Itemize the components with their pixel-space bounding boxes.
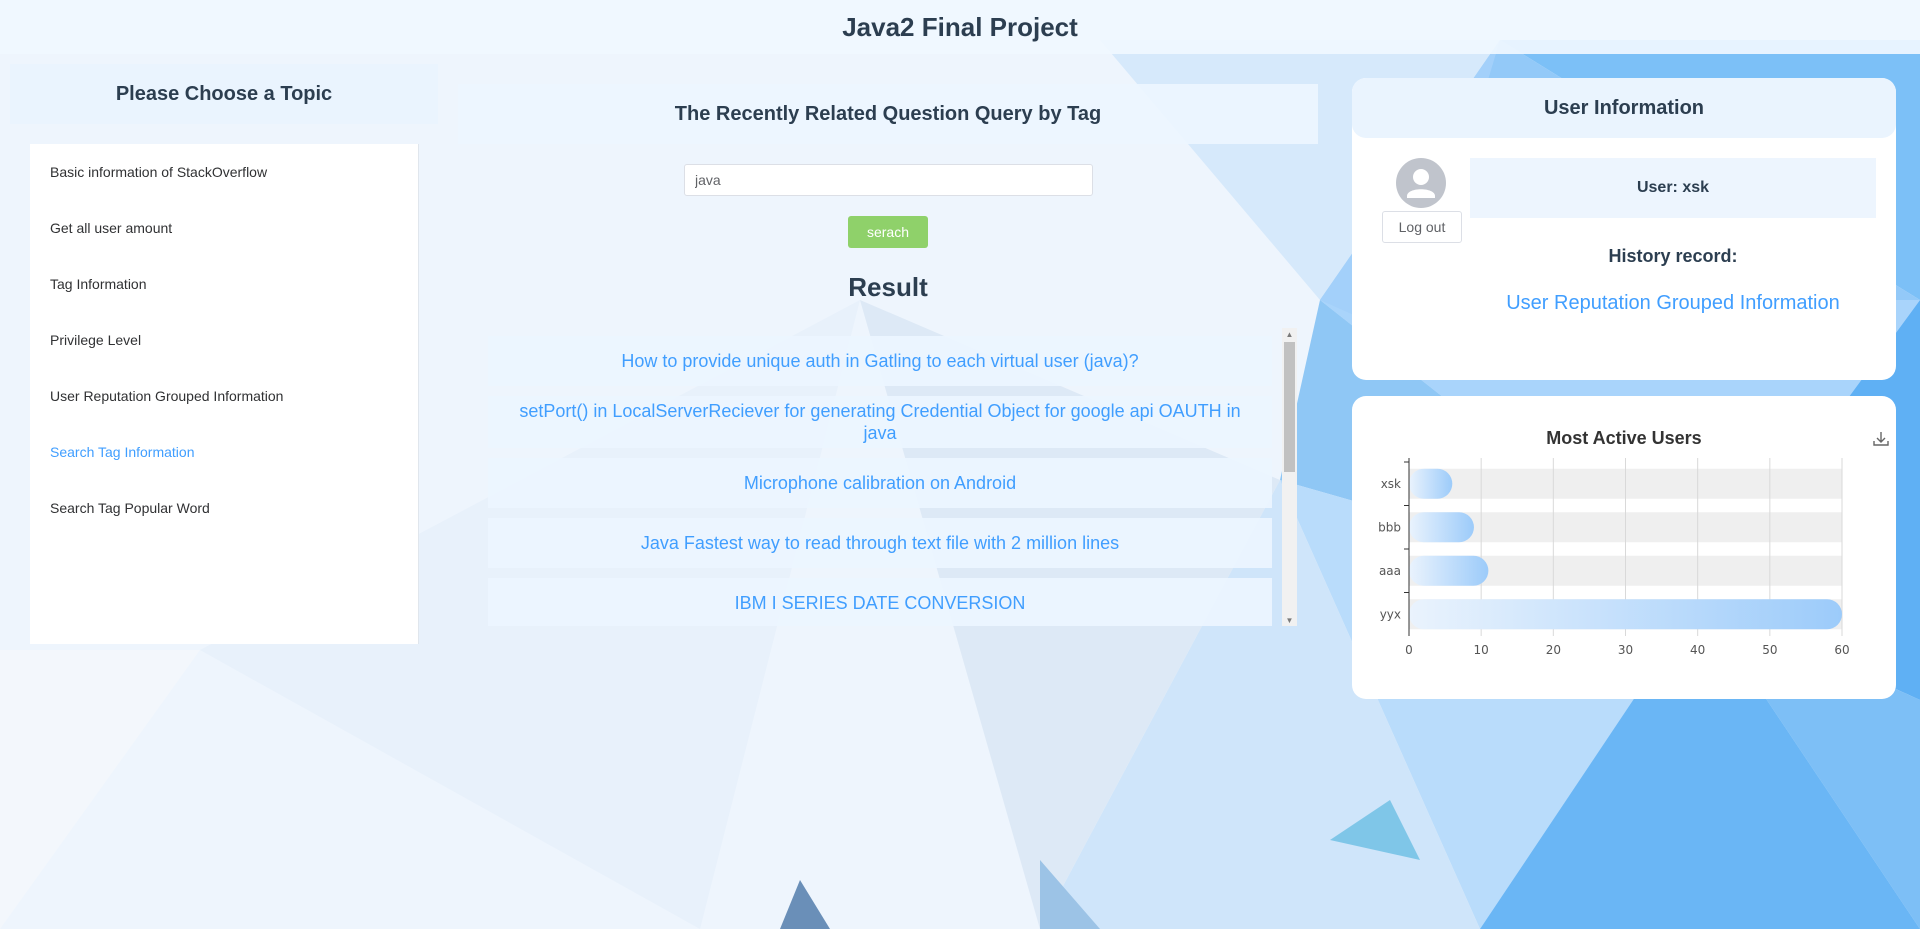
y-tick-label: aaa	[1379, 564, 1401, 578]
sidebar-item-search-tag-information[interactable]: Search Tag Information	[30, 424, 418, 480]
result-item[interactable]: How to provide unique auth in Gatling to…	[488, 336, 1272, 386]
bar-bbb	[1409, 512, 1474, 543]
x-tick-label: 20	[1546, 643, 1561, 657]
user-avatar-icon	[1407, 169, 1435, 198]
user-info-title: User Information	[1543, 96, 1705, 119]
y-tick-label: xsk	[1381, 477, 1401, 491]
result-item[interactable]: IBM I SERIES DATE CONVERSION	[488, 578, 1272, 626]
search-button[interactable]: serach	[848, 216, 928, 248]
history-record-label: History record:	[1608, 246, 1738, 266]
x-tick-label: 50	[1762, 643, 1777, 657]
bar-yyx	[1409, 599, 1842, 630]
result-item[interactable]: Java Fastest way to read through text fi…	[488, 518, 1272, 568]
most-active-users-card: Most Active Users xsk bbb aaa yyx 0 10 20 30 40 5…	[1352, 396, 1896, 699]
app-title: Java2 Final Project	[842, 11, 1078, 42]
result-item[interactable]: setPort() in LocalServerReciever for gen…	[488, 396, 1272, 448]
sidebar-header: Please Choose a Topic	[10, 64, 438, 124]
result-scrollbar[interactable]: ▲ ▼	[1282, 328, 1297, 626]
user-name: User: xsk	[1470, 158, 1876, 218]
x-tick-label: 40	[1690, 643, 1705, 657]
sidebar-title: Please Choose a Topic	[115, 82, 333, 105]
scroll-thumb[interactable]	[1284, 342, 1295, 472]
y-tick-label: yyx	[1380, 607, 1401, 621]
x-tick-label: 60	[1834, 643, 1849, 657]
result-list[interactable]: How to provide unique auth in Gatling to…	[488, 328, 1272, 626]
bar-chart: xsk bbb aaa yyx 0 10 20 30 40 50 60	[1378, 458, 1850, 657]
user-info-card: User Information Log out User: xsk Histo…	[1352, 78, 1896, 380]
sidebar-item-tag-information[interactable]: Tag Information	[30, 256, 418, 312]
avatar	[1396, 158, 1446, 208]
history-record-link[interactable]: User Reputation Grouped Information	[1470, 292, 1876, 315]
y-tick-label: bbb	[1378, 520, 1401, 534]
logout-button[interactable]: Log out	[1382, 211, 1462, 243]
sidebar-item-user-reputation[interactable]: User Reputation Grouped Information	[30, 368, 418, 424]
x-tick-label: 0	[1405, 643, 1413, 657]
x-tick-label: 10	[1474, 643, 1489, 657]
sidebar-item-basic-info[interactable]: Basic information of StackOverflow	[30, 144, 418, 200]
bar-xsk	[1409, 468, 1453, 499]
sidebar-item-privilege-level[interactable]: Privilege Level	[30, 312, 418, 368]
bar-aaa	[1409, 555, 1489, 586]
query-title: The Recently Related Question Query by T…	[674, 102, 1102, 125]
scroll-up-icon[interactable]: ▲	[1282, 328, 1297, 340]
tag-search-input[interactable]	[684, 164, 1093, 196]
sidebar-menu: Basic information of StackOverflow Get a…	[30, 144, 419, 644]
app-header: Java2 Final Project	[0, 0, 1920, 54]
query-header: The Recently Related Question Query by T…	[458, 84, 1318, 144]
sidebar-item-search-tag-popular-word[interactable]: Search Tag Popular Word	[30, 480, 418, 536]
user-info-header: User Information	[1352, 78, 1896, 138]
result-item[interactable]: Microphone calibration on Android	[488, 458, 1272, 508]
scroll-down-icon[interactable]: ▼	[1282, 614, 1297, 626]
result-heading: Result	[848, 272, 928, 302]
sidebar-item-user-amount[interactable]: Get all user amount	[30, 200, 418, 256]
x-tick-label: 30	[1618, 643, 1633, 657]
